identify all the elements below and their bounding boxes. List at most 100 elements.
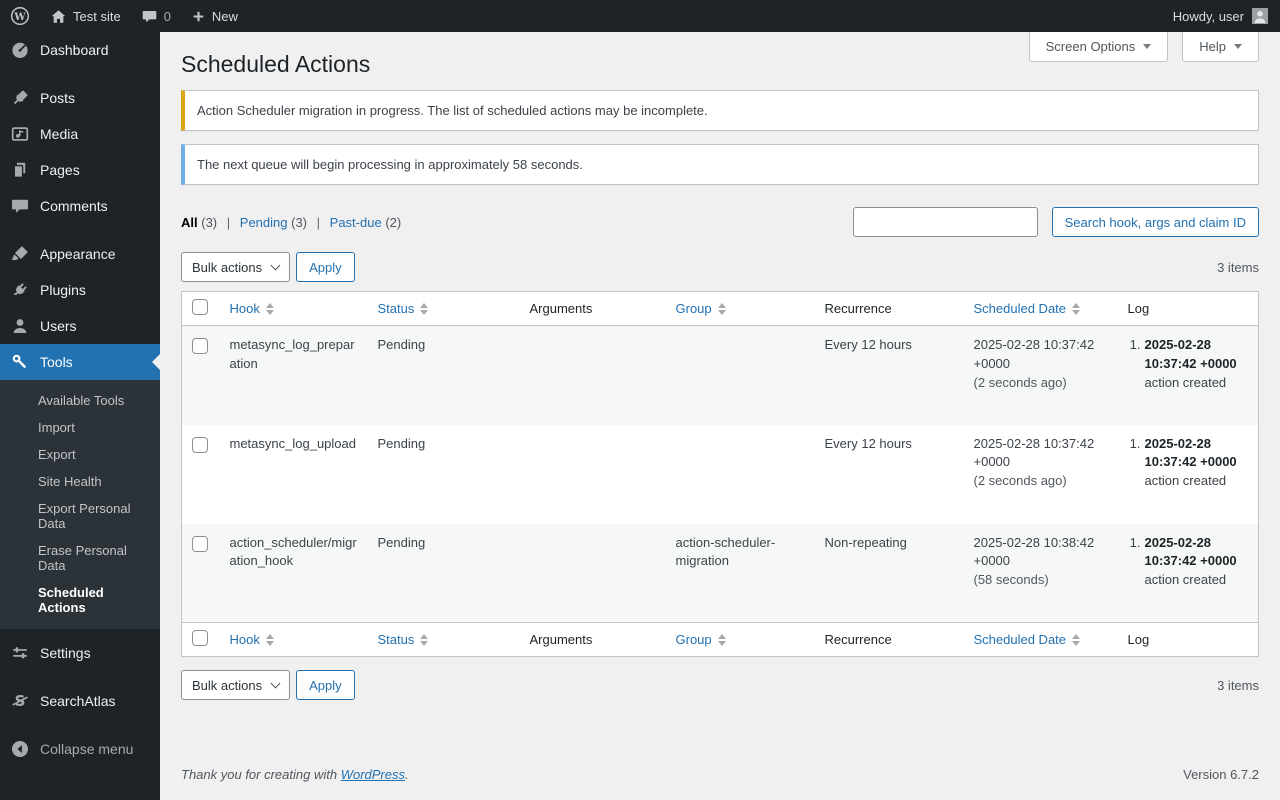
- sidebar-item-settings[interactable]: Settings: [0, 635, 160, 671]
- column-header-group[interactable]: Group: [665, 291, 815, 326]
- dashboard-icon: [10, 40, 30, 60]
- admin-bar-comments[interactable]: 0: [131, 0, 181, 32]
- filter-all[interactable]: All: [181, 215, 198, 230]
- sort-icon: [420, 633, 429, 646]
- searchatlas-icon: S: [10, 691, 30, 711]
- pages-icon: [10, 160, 30, 180]
- cell-group: [666, 326, 815, 425]
- sidebar-item-plugins[interactable]: Plugins: [0, 272, 160, 308]
- column-header-status[interactable]: Status: [367, 622, 520, 657]
- admin-sidebar: Dashboard Posts Media Pages Comments App…: [0, 32, 160, 800]
- items-count: 3 items: [1217, 259, 1259, 275]
- select-all-checkbox[interactable]: [192, 630, 208, 646]
- sort-icon: [1072, 302, 1081, 315]
- menu-separator: [0, 68, 160, 80]
- column-header-hook[interactable]: Hook: [219, 622, 368, 657]
- sidebar-item-posts[interactable]: Posts: [0, 80, 160, 116]
- filter-past-due[interactable]: Past-due: [330, 215, 382, 230]
- cell-recurrence: Every 12 hours: [824, 337, 912, 352]
- submenu-item-import[interactable]: Import: [0, 414, 160, 441]
- table-header-row: Hook Status Arguments Group Recurrence S…: [181, 291, 1259, 326]
- apply-button[interactable]: Apply: [296, 670, 355, 700]
- cell-group: [666, 425, 815, 524]
- apply-button[interactable]: Apply: [296, 252, 355, 282]
- status-filters: All (3) | Pending (3) | Past-due (2): [181, 214, 402, 230]
- column-header-arguments: Arguments: [519, 622, 666, 657]
- cell-status: Pending: [377, 534, 426, 550]
- sort-icon: [265, 633, 274, 646]
- chevron-down-icon: [270, 678, 281, 688]
- footer-thanks-text: Thank you for creating with WordPress.: [181, 767, 409, 782]
- column-header-scheduled-date[interactable]: Scheduled Date: [963, 622, 1118, 657]
- search-input[interactable]: [852, 207, 1038, 237]
- search-submit-button[interactable]: Search hook, args and claim ID: [1051, 207, 1259, 237]
- submenu-item-site-health[interactable]: Site Health: [0, 468, 160, 495]
- admin-bar-site-link[interactable]: Test site: [40, 0, 131, 32]
- home-icon: [50, 8, 67, 25]
- queue-notice: The next queue will begin processing in …: [181, 144, 1259, 185]
- site-name: Test site: [73, 8, 121, 24]
- column-header-recurrence: Recurrence: [814, 291, 964, 326]
- sidebar-item-appearance[interactable]: Appearance: [0, 236, 160, 272]
- column-header-scheduled-date[interactable]: Scheduled Date: [963, 291, 1118, 326]
- comments-count: 0: [163, 8, 171, 24]
- user-icon: [10, 316, 30, 336]
- submenu-item-available-tools[interactable]: Available Tools: [0, 387, 160, 414]
- chevron-down-icon: [270, 260, 281, 270]
- main-content: Screen Options Help Scheduled Actions Ac…: [160, 32, 1280, 800]
- table-row: action_scheduler/migration_hook Pending …: [181, 523, 1259, 623]
- comment-bubble-icon: [141, 8, 158, 25]
- media-icon: [10, 124, 30, 144]
- collapse-menu-button[interactable]: Collapse menu: [0, 731, 160, 767]
- sort-icon: [717, 633, 726, 646]
- admin-bar-new[interactable]: New: [181, 0, 248, 32]
- column-header-log: Log: [1117, 291, 1259, 326]
- howdy-text: Howdy, user: [1172, 8, 1244, 24]
- bulk-actions-select[interactable]: Bulk actions: [181, 252, 291, 282]
- sidebar-item-users[interactable]: Users: [0, 308, 160, 344]
- wordpress-link[interactable]: WordPress: [341, 767, 405, 782]
- sidebar-item-searchatlas[interactable]: S SearchAtlas: [0, 683, 160, 719]
- table-footer-row: Hook Status Arguments Group Recurrence S…: [181, 622, 1259, 657]
- items-count: 3 items: [1217, 677, 1259, 693]
- wordpress-logo-menu[interactable]: W: [0, 0, 40, 32]
- screen-options-button[interactable]: Screen Options: [1028, 32, 1169, 62]
- column-header-hook[interactable]: Hook: [219, 291, 368, 326]
- admin-bar-my-account[interactable]: Howdy, user: [1173, 8, 1280, 24]
- sidebar-item-pages[interactable]: Pages: [0, 152, 160, 188]
- admin-footer: Thank you for creating with WordPress. V…: [181, 767, 1259, 782]
- scheduled-actions-table: Hook Status Arguments Group Recurrence S…: [181, 291, 1259, 657]
- column-header-group[interactable]: Group: [665, 622, 815, 657]
- submenu-item-export[interactable]: Export: [0, 441, 160, 468]
- cell-hook: metasync_log_preparation: [229, 337, 355, 371]
- sidebar-item-tools[interactable]: Tools: [0, 344, 160, 380]
- select-all-checkbox[interactable]: [192, 299, 208, 315]
- sidebar-item-media[interactable]: Media: [0, 116, 160, 152]
- submenu-item-erase-personal-data[interactable]: Erase Personal Data: [0, 537, 160, 579]
- submenu-item-scheduled-actions[interactable]: Scheduled Actions: [0, 579, 160, 621]
- sidebar-item-dashboard[interactable]: Dashboard: [0, 32, 160, 68]
- sort-icon: [717, 302, 726, 315]
- footer-version: Version 6.7.2: [1183, 767, 1259, 782]
- chevron-down-icon: [1234, 44, 1242, 49]
- comment-icon: [10, 196, 30, 216]
- submenu-item-export-personal-data[interactable]: Export Personal Data: [0, 495, 160, 537]
- cell-log: 1. 2025-02-28 10:37:42 +0000 action crea…: [1129, 337, 1237, 390]
- help-button[interactable]: Help: [1182, 32, 1259, 62]
- sidebar-item-comments[interactable]: Comments: [0, 188, 160, 224]
- wordpress-logo-icon: W: [10, 6, 30, 26]
- wrench-icon: [10, 352, 30, 372]
- pushpin-icon: [10, 88, 30, 108]
- row-checkbox[interactable]: [192, 338, 208, 354]
- column-header-status[interactable]: Status: [367, 291, 520, 326]
- brush-icon: [10, 244, 30, 264]
- column-header-recurrence: Recurrence: [814, 622, 964, 657]
- row-checkbox[interactable]: [192, 535, 208, 552]
- row-checkbox[interactable]: [192, 436, 208, 453]
- collapse-arrow-icon: [10, 739, 30, 759]
- filter-pending[interactable]: Pending: [240, 215, 288, 230]
- cell-scheduled-date: 2025-02-28 10:37:42 +0000 (2 seconds ago…: [973, 435, 1095, 489]
- admin-bar: W Test site 0 New Howdy, user: [0, 0, 1280, 32]
- bulk-actions-select[interactable]: Bulk actions: [181, 670, 291, 700]
- cell-log: 1. 2025-02-28 10:37:42 +0000 action crea…: [1129, 534, 1237, 588]
